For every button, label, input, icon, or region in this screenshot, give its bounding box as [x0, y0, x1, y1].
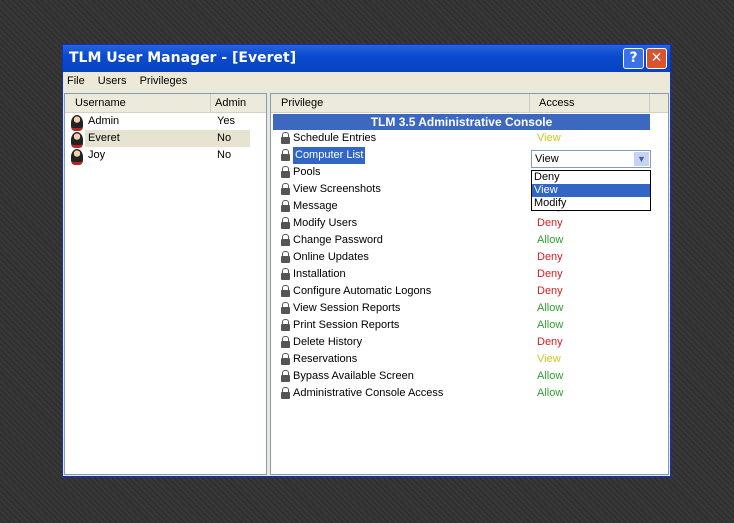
menu-file[interactable]: File [67, 75, 85, 87]
privilege-row[interactable]: Configure Automatic Logons Deny [271, 283, 668, 300]
menu-privileges[interactable]: Privileges [140, 75, 188, 87]
privilege-row[interactable]: View Session Reports Allow [271, 300, 668, 317]
lock-icon [281, 149, 290, 161]
privilege-name: Computer List [293, 147, 366, 164]
close-button[interactable]: ✕ [646, 48, 667, 69]
privilege-name: Change Password [293, 234, 383, 246]
lock-icon [281, 353, 290, 365]
user-icon [71, 149, 83, 165]
dropdown-options: Deny View Modify [531, 170, 651, 211]
privileges-list: Privilege Access TLM 3.5 Administrative C… [270, 93, 669, 475]
lock-icon [281, 200, 290, 212]
window-title: TLM User Manager - [Everet] [69, 50, 297, 66]
lock-icon [281, 132, 290, 144]
privilege-name: Online Updates [293, 251, 369, 263]
lock-icon [281, 319, 290, 331]
privilege-row[interactable]: Administrative Console Access Allow [271, 385, 668, 402]
privilege-row[interactable]: Delete History Deny [271, 334, 668, 351]
access-value[interactable]: Deny [537, 334, 563, 351]
title-bar: TLM User Manager - [Everet] ? ✕ [63, 45, 670, 72]
lock-icon [281, 336, 290, 348]
lock-icon [281, 251, 290, 263]
lock-icon [281, 302, 290, 314]
privilege-row[interactable]: Bypass Available Screen Allow [271, 368, 668, 385]
access-dropdown[interactable]: View ▼ [531, 150, 651, 168]
menu-users[interactable]: Users [98, 75, 127, 87]
privilege-name: Configure Automatic Logons [293, 285, 432, 297]
privilege-name: Message [293, 200, 338, 212]
admin-flag: No [217, 132, 232, 144]
access-value[interactable]: Deny [537, 266, 563, 283]
privilege-name: Pools [293, 166, 321, 178]
privilege-name: Print Session Reports [293, 319, 400, 331]
privilege-row[interactable]: Change Password Allow [271, 232, 668, 249]
privilege-row[interactable]: Installation Deny [271, 266, 668, 283]
users-list: Username Admin Admin Yes Everet No Joy No [64, 93, 267, 475]
privilege-name: View Screenshots [293, 183, 381, 195]
lock-icon [281, 285, 290, 297]
group-header: TLM 3.5 Administrative Console [273, 114, 650, 130]
option-modify[interactable]: Modify [532, 197, 650, 210]
privilege-name: Installation [293, 268, 346, 280]
access-value[interactable]: Allow [537, 300, 563, 317]
user-icon [71, 115, 83, 131]
lock-icon [281, 183, 290, 195]
col-privilege[interactable]: Privilege [281, 94, 323, 112]
col-access[interactable]: Access [529, 94, 650, 112]
col-username[interactable]: Username [75, 94, 126, 112]
access-value[interactable]: Deny [537, 215, 563, 232]
dropdown-value: View [535, 153, 559, 165]
access-value[interactable]: Deny [537, 249, 563, 266]
privilege-row[interactable]: Print Session Reports Allow [271, 317, 668, 334]
access-value[interactable]: Allow [537, 232, 563, 249]
chevron-down-icon[interactable]: ▼ [634, 152, 649, 166]
access-value[interactable]: Deny [537, 283, 563, 300]
access-value[interactable]: View [537, 351, 561, 368]
admin-flag: Yes [217, 115, 235, 127]
user-row[interactable]: Admin Yes [65, 113, 266, 131]
lock-icon [281, 387, 290, 399]
privilege-row[interactable]: Schedule Entries View [271, 130, 668, 147]
lock-icon [281, 234, 290, 246]
lock-icon [281, 217, 290, 229]
lock-icon [281, 370, 290, 382]
privilege-name: Delete History [293, 336, 363, 348]
admin-flag: No [217, 149, 232, 161]
user-row[interactable]: Everet No [65, 130, 266, 148]
privilege-row[interactable]: Modify Users Deny [271, 215, 668, 232]
privilege-name: Reservations [293, 353, 358, 365]
user-icon [71, 132, 83, 148]
privilege-name: Modify Users [293, 217, 358, 229]
user-row[interactable]: Joy No [65, 147, 266, 165]
privilege-row[interactable]: Reservations View [271, 351, 668, 368]
menu-bar: File Users Privileges [63, 72, 670, 91]
privilege-name: Schedule Entries [293, 132, 377, 144]
col-admin[interactable]: Admin [210, 94, 265, 112]
option-view[interactable]: View [532, 184, 650, 197]
privilege-row[interactable]: Online Updates Deny [271, 249, 668, 266]
help-button[interactable]: ? [623, 48, 644, 69]
privilege-name: View Session Reports [293, 302, 401, 314]
privilege-name: Bypass Available Screen [293, 370, 414, 382]
access-value[interactable]: Allow [537, 368, 563, 385]
access-value[interactable]: Allow [537, 385, 563, 402]
privilege-name: Administrative Console Access [293, 387, 444, 399]
lock-icon [281, 166, 290, 178]
lock-icon [281, 268, 290, 280]
access-value[interactable]: View [537, 130, 561, 147]
option-deny[interactable]: Deny [532, 171, 650, 184]
access-value[interactable]: Allow [537, 317, 563, 334]
app-window: TLM User Manager - [Everet] ? ✕ File Use… [62, 44, 671, 477]
